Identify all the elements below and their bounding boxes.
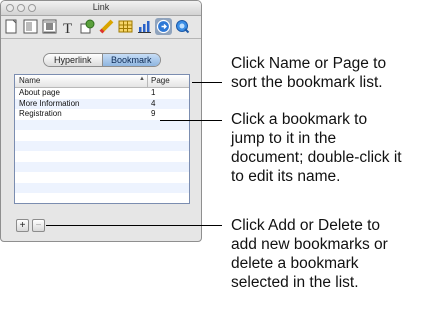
callout-line-buttons [46,225,222,226]
delete-bookmark-button[interactable]: − [32,219,45,232]
inspector-toolbar: T [2,16,201,37]
column-separator [147,75,148,87]
caption-sort: Click Name or Page to sort the bookmark … [231,55,387,91]
tab-bookmark[interactable]: Bookmark [102,54,160,66]
callout-line-bookmark [160,120,222,121]
caption-add-delete: Click Add or Delete to add new bookmarks… [231,217,388,291]
wrap-icon[interactable] [41,18,58,35]
list-header: Name ▲ Page [15,75,189,88]
bookmark-name: More Information [19,98,80,108]
bookmark-page: 9 [151,109,156,118]
document-icon[interactable] [3,18,20,35]
bookmark-page: 1 [151,88,156,97]
title-bar[interactable]: Link [1,1,201,16]
bookmark-list[interactable]: Name ▲ Page About page 1 More Informatio… [14,74,190,204]
empty-row [15,119,189,130]
column-header-page[interactable]: Page [151,76,170,85]
graphic-icon[interactable] [79,18,96,35]
layout-icon[interactable] [22,18,39,35]
metrics-icon[interactable] [98,18,115,35]
empty-row [15,140,189,151]
link-type-tabs: Hyperlink Bookmark [43,53,161,67]
empty-row [15,172,189,183]
empty-row [15,182,189,193]
toolbar-divider [1,38,201,39]
empty-row [15,161,189,172]
svg-text:T: T [63,21,72,35]
sort-arrow-icon: ▲ [139,76,145,82]
column-header-name[interactable]: Name [19,76,40,85]
list-item[interactable]: More Information 4 [15,98,189,109]
bookmark-name: Registration [19,109,62,118]
tab-hyperlink[interactable]: Hyperlink [44,54,103,66]
list-item[interactable]: Registration 9 [15,109,189,120]
add-bookmark-button[interactable]: + [16,219,29,232]
link-inspector-window: Link T Hyperlink Bookmark Name ▲ Page Ab… [0,0,202,242]
empty-row [15,193,189,203]
window-title: Link [92,2,110,12]
list-item[interactable]: About page 1 [15,88,189,99]
callout-line-sort [192,82,222,83]
empty-row [15,151,189,162]
chart-icon[interactable] [136,18,153,35]
quicktime-icon[interactable] [174,18,191,35]
empty-row [15,130,189,141]
bookmark-name: About page [19,88,60,97]
bookmark-page: 4 [151,98,156,108]
link-icon[interactable] [155,18,172,35]
text-icon[interactable]: T [60,18,77,35]
caption-jump: Click a bookmark to jump to it in the do… [231,111,402,185]
table-icon[interactable] [117,18,134,35]
